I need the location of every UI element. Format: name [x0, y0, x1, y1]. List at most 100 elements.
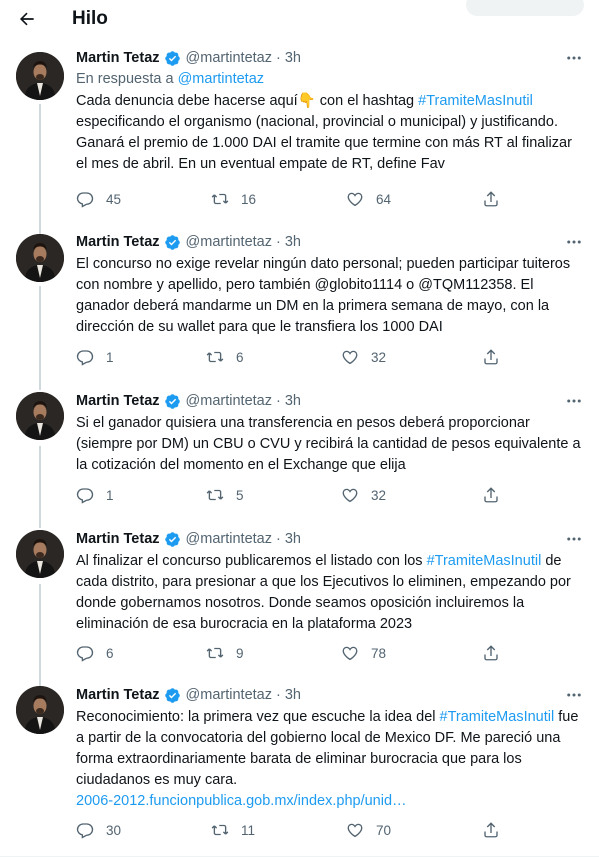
- avatar[interactable]: [16, 234, 64, 282]
- author-name[interactable]: Martin Tetaz: [76, 531, 160, 547]
- thread-line: [39, 584, 41, 688]
- tweet[interactable]: Martin Tetaz @martintetaz · 3h Reconocim…: [0, 684, 599, 857]
- tweet-actions: 6 9 78: [76, 642, 506, 664]
- like-button[interactable]: 64: [346, 188, 391, 210]
- share-icon: [482, 486, 500, 504]
- tweet-text: Cada denuncia debe hacerse aquí👇 con el …: [76, 93, 572, 172]
- avatar[interactable]: [16, 52, 64, 100]
- retweet-count: 9: [236, 645, 244, 661]
- tweet-text: Si el ganador quisiera una transferencia…: [76, 415, 581, 473]
- timestamp[interactable]: 3h: [285, 531, 301, 547]
- like-button[interactable]: 32: [341, 484, 386, 506]
- retweet-count: 5: [236, 487, 244, 503]
- share-button[interactable]: [480, 819, 502, 841]
- reply-button[interactable]: 6: [76, 642, 114, 664]
- reply-count: 30: [106, 822, 122, 838]
- page-title: Hilo: [72, 8, 108, 29]
- retweet-button[interactable]: 6: [206, 346, 244, 368]
- more-icon: [565, 49, 583, 67]
- timestamp[interactable]: 3h: [285, 50, 301, 66]
- search-bar[interactable]: [466, 0, 584, 16]
- like-button[interactable]: 78: [341, 642, 386, 664]
- thread-line: [39, 286, 41, 390]
- like-count: 70: [376, 822, 392, 838]
- timestamp[interactable]: 3h: [285, 234, 301, 250]
- hashtag-link[interactable]: #TramiteMasInutil: [440, 709, 555, 725]
- share-icon: [482, 821, 500, 839]
- tweet[interactable]: Martin Tetaz @martintetaz · 3h En respue…: [0, 48, 599, 238]
- retweet-button[interactable]: 9: [206, 642, 244, 664]
- tweet-actions: 1 6 32: [76, 346, 506, 368]
- more-icon: [565, 530, 583, 548]
- author-name[interactable]: Martin Tetaz: [76, 234, 160, 250]
- like-count: 32: [371, 487, 387, 503]
- retweet-button[interactable]: 11: [211, 819, 255, 841]
- tweet-text: El concurso no exige revelar ningún dato…: [76, 256, 571, 335]
- like-icon: [346, 190, 364, 208]
- hashtag-link[interactable]: #TramiteMasInutil: [418, 93, 533, 109]
- author-handle[interactable]: @martintetaz: [186, 393, 272, 409]
- like-button[interactable]: 32: [341, 346, 386, 368]
- like-icon: [341, 644, 359, 662]
- reply-context: En respuesta a @martintetaz: [76, 71, 265, 87]
- like-count: 64: [376, 191, 392, 207]
- reply-button[interactable]: 1: [76, 484, 114, 506]
- author-handle[interactable]: @martintetaz: [186, 50, 272, 66]
- verified-badge-icon: [164, 687, 181, 704]
- author-name[interactable]: Martin Tetaz: [76, 687, 160, 703]
- tweet[interactable]: Martin Tetaz @martintetaz · 3h El concur…: [0, 230, 599, 390]
- share-button[interactable]: [480, 188, 502, 210]
- avatar[interactable]: [16, 530, 64, 578]
- header-bar: Hilo: [0, 0, 599, 40]
- more-button[interactable]: [563, 391, 585, 411]
- hashtag-link[interactable]: #TramiteMasInutil: [427, 553, 542, 569]
- reply-button[interactable]: 30: [76, 819, 121, 841]
- retweet-icon: [206, 644, 224, 662]
- more-icon: [565, 686, 583, 704]
- reply-icon: [76, 348, 94, 366]
- author-handle[interactable]: @martintetaz: [186, 531, 272, 547]
- verified-badge-icon: [164, 50, 181, 67]
- author-name[interactable]: Martin Tetaz: [76, 50, 160, 66]
- back-button[interactable]: [14, 6, 40, 32]
- more-button[interactable]: [563, 685, 585, 705]
- timestamp[interactable]: 3h: [285, 393, 301, 409]
- reply-icon: [76, 821, 94, 839]
- like-icon: [346, 821, 364, 839]
- retweet-button[interactable]: 5: [206, 484, 244, 506]
- author-name[interactable]: Martin Tetaz: [76, 393, 160, 409]
- external-link[interactable]: 2006-2012.funcionpublica.gob.mx/index.ph…: [76, 793, 407, 809]
- retweet-count: 11: [241, 822, 256, 838]
- reply-button[interactable]: 45: [76, 188, 121, 210]
- share-icon: [482, 190, 500, 208]
- like-count: 78: [371, 645, 387, 661]
- reply-button[interactable]: 1: [76, 346, 114, 368]
- more-button[interactable]: [563, 232, 585, 252]
- more-button[interactable]: [563, 48, 585, 68]
- share-icon: [482, 348, 500, 366]
- more-icon: [565, 392, 583, 410]
- retweet-icon: [206, 486, 224, 504]
- share-button[interactable]: [480, 642, 502, 664]
- like-button[interactable]: 70: [346, 819, 391, 841]
- tweet-actions: 1 5 32: [76, 484, 506, 506]
- retweet-button[interactable]: 16: [211, 188, 256, 210]
- share-button[interactable]: [480, 346, 502, 368]
- timestamp[interactable]: 3h: [285, 687, 301, 703]
- reply-icon: [76, 190, 94, 208]
- reply-handle-link[interactable]: @martintetaz: [178, 71, 264, 87]
- tweet[interactable]: Martin Tetaz @martintetaz · 3h Al finali…: [0, 528, 599, 688]
- retweet-count: 6: [236, 349, 244, 365]
- reply-count: 6: [106, 645, 114, 661]
- more-button[interactable]: [563, 529, 585, 549]
- share-button[interactable]: [480, 484, 502, 506]
- avatar[interactable]: [16, 392, 64, 440]
- tweet[interactable]: Martin Tetaz @martintetaz · 3h Si el gan…: [0, 390, 599, 528]
- retweet-icon: [211, 821, 229, 839]
- thread-line: [39, 446, 41, 528]
- author-handle[interactable]: @martintetaz: [186, 687, 272, 703]
- author-handle[interactable]: @martintetaz: [186, 234, 272, 250]
- avatar[interactable]: [16, 686, 64, 734]
- like-count: 32: [371, 349, 387, 365]
- verified-badge-icon: [164, 393, 181, 410]
